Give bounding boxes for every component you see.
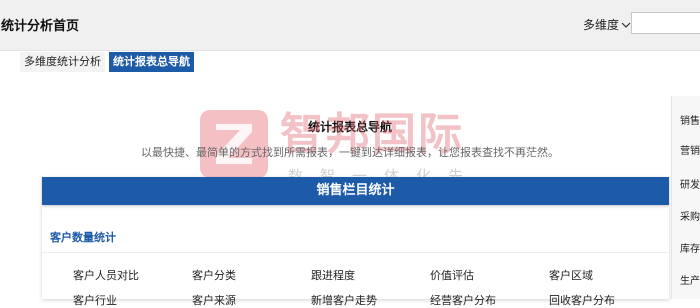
search-input[interactable] <box>631 12 700 34</box>
report-link[interactable]: 回收客户分布 <box>549 292 615 308</box>
tab-report-navigation[interactable]: 统计报表总导航 <box>109 52 194 72</box>
tab-multidimension-analysis[interactable]: 多维度统计分析 <box>20 52 105 72</box>
right-sidebar: 销售 营销 研发 采购 库存 生产 <box>671 96 700 299</box>
tab-bar: 多维度统计分析 统计报表总导航 <box>20 52 194 72</box>
panel-title: 销售栏目统计 <box>42 177 669 205</box>
sidebar-item-sales[interactable]: 销售 <box>680 112 700 127</box>
sidebar-item-purchase[interactable]: 采购 <box>680 208 700 223</box>
divider <box>42 252 669 253</box>
report-link[interactable]: 客户人员对比 <box>73 267 139 283</box>
dimension-label: 多维度 <box>583 18 620 32</box>
page-title: 统计分析首页 <box>1 19 80 34</box>
report-link[interactable]: 客户分类 <box>192 267 236 283</box>
chevron-down-icon <box>621 22 631 28</box>
report-link[interactable]: 跟进程度 <box>311 267 355 283</box>
sidebar-item-inventory[interactable]: 库存 <box>680 240 700 255</box>
report-link[interactable]: 客户行业 <box>73 292 117 308</box>
top-bar: 统计分析首页 多维度 <box>0 0 700 51</box>
section-subheading: 以最快捷、最简单的方式找到所需报表，一键到达详细报表，让您报表查找不再茫然。 <box>141 146 559 159</box>
report-link[interactable]: 新增客户走势 <box>311 292 377 308</box>
report-link[interactable]: 经营客户分布 <box>430 292 496 308</box>
report-link[interactable]: 价值评估 <box>430 267 474 283</box>
sidebar-item-marketing[interactable]: 营销 <box>680 142 700 157</box>
section-heading: 统计报表总导航 <box>307 120 392 134</box>
dimension-dropdown[interactable]: 多维度 <box>583 16 631 33</box>
sidebar-item-rnd[interactable]: 研发 <box>680 176 700 191</box>
section-title: 客户数量统计 <box>50 231 116 244</box>
report-link[interactable]: 客户区域 <box>549 267 593 283</box>
report-link[interactable]: 客户来源 <box>192 292 236 308</box>
sidebar-item-production[interactable]: 生产 <box>680 272 700 287</box>
